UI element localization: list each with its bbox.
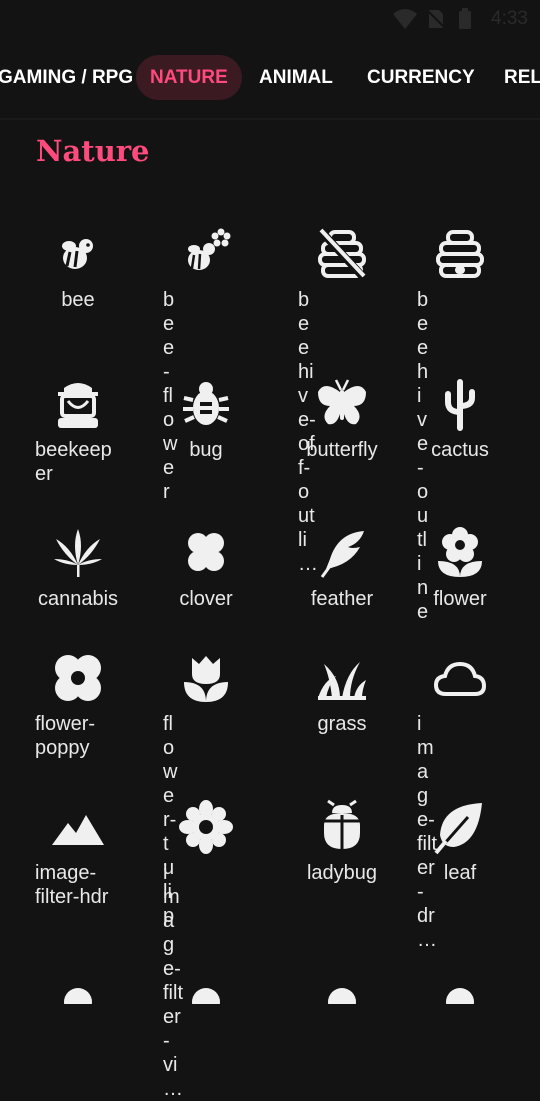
icon-tile-partial-4[interactable] — [0, 928, 474, 1078]
icon-label: bee- flower — [163, 289, 178, 503]
ladybug-icon — [324, 799, 360, 849]
section-title: Nature — [36, 134, 150, 168]
icon-label: ladybug — [306, 862, 378, 884]
clover-icon — [188, 533, 224, 571]
battery-icon — [459, 8, 471, 29]
icon-label: grass — [317, 713, 367, 735]
flower-tulip-icon — [184, 656, 228, 702]
tab-religion[interactable]: RELIGION — [490, 55, 540, 100]
partial-icon — [192, 988, 220, 1004]
no-sim-icon — [426, 9, 446, 29]
vintage-flower-icon — [179, 800, 233, 854]
feather-icon — [320, 531, 364, 578]
icon-label: butterfly — [306, 439, 378, 461]
status-time: 4:33 — [491, 8, 528, 29]
icon-label: leaf — [443, 862, 477, 884]
butterfly-icon — [318, 379, 366, 425]
icon-label: feather — [310, 588, 374, 610]
tabs-divider — [0, 118, 540, 120]
cloud-icon — [433, 661, 487, 696]
icon-tile-image-filter-drama[interactable]: image- filter-dr… — [0, 630, 487, 951]
flower-icon — [438, 527, 482, 577]
wifi-icon — [393, 9, 417, 29]
icon-tile-beehive-outline[interactable]: beehive- outline — [0, 206, 484, 623]
tab-nature[interactable]: NATURE — [136, 55, 242, 100]
partial-icon — [446, 988, 474, 1004]
icon-label: cactus — [431, 439, 489, 461]
cactus-icon — [445, 379, 475, 431]
icon-label: bug — [189, 439, 223, 461]
tab-gaming-rpg[interactable]: GAMING / RPG — [0, 55, 147, 100]
beehive-outline-icon — [436, 230, 484, 278]
icon-label: flower — [433, 588, 487, 610]
bee-flower-icon — [188, 228, 231, 270]
tab-animal[interactable]: ANIMAL — [245, 55, 347, 100]
grass-icon — [318, 662, 366, 700]
icon-tile-leaf[interactable]: leaf — [0, 779, 482, 929]
status-bar: 4:33 — [0, 0, 540, 38]
category-tabs: GAMING / RPG NATURE ANIMAL CURRENCY RELI… — [0, 38, 540, 118]
partial-icon — [328, 988, 356, 1004]
tab-currency[interactable]: CURRENCY — [353, 55, 489, 100]
icon-tile-cactus[interactable]: cactus — [0, 356, 489, 506]
beehive-off-outline-icon — [317, 227, 367, 281]
leaf-icon — [434, 803, 482, 855]
icon-label: clover — [179, 588, 233, 610]
bug-icon — [183, 382, 229, 425]
